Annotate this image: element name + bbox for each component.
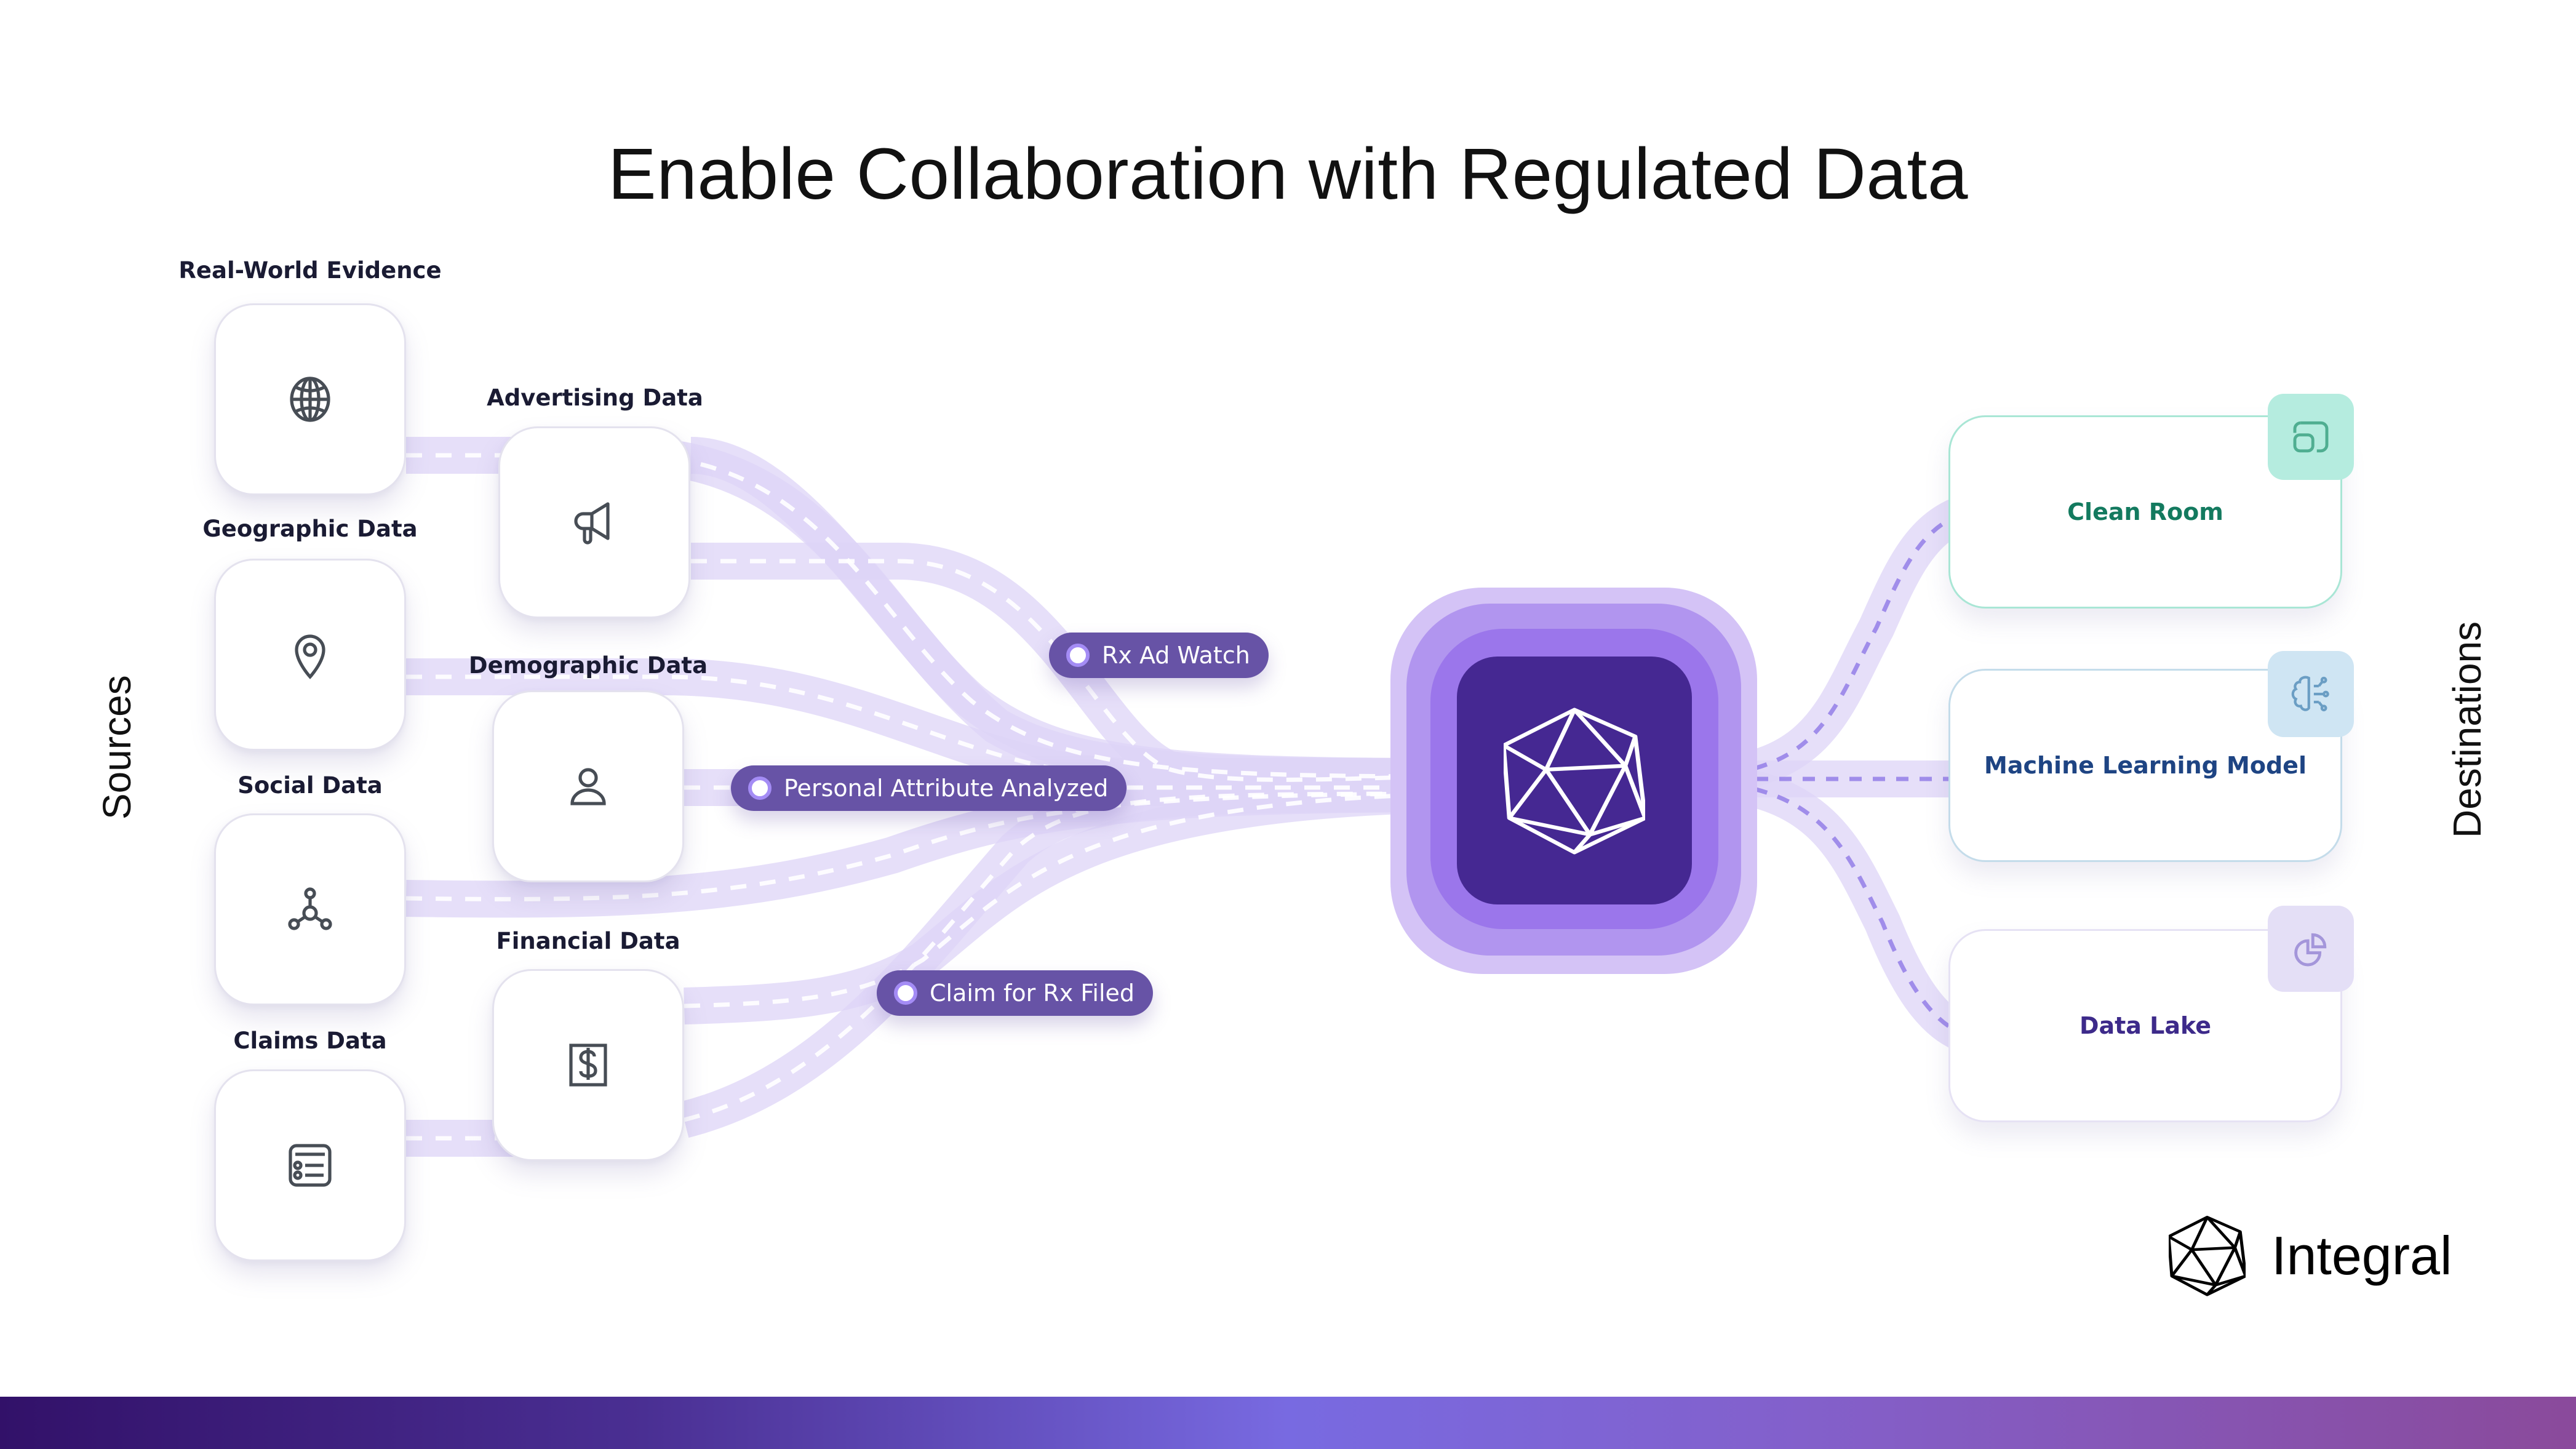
source-label-financial: Financial Data [496,928,680,954]
source-label-social: Social Data [237,772,383,799]
map-pin-icon [295,634,325,679]
source-card-financial[interactable] [492,969,684,1161]
integral-logo: Integral [2169,1215,2452,1296]
destination-label: Machine Learning Model [1984,752,2307,779]
event-dot-icon [1066,644,1090,667]
icosahedron-icon [1504,707,1645,854]
list-card-icon [289,1144,332,1187]
event-label: Rx Ad Watch [1102,642,1250,669]
megaphone-icon [574,502,610,545]
destination-label: Data Lake [2079,1012,2212,1039]
clean-room-badge [2268,394,2354,480]
source-card-advertising[interactable] [498,426,690,618]
event-dot-icon [748,776,772,800]
source-card-social[interactable] [214,813,406,1005]
event-dot-icon [894,981,917,1005]
user-icon [570,768,606,805]
event-pill-rx-ad-watch[interactable]: Rx Ad Watch [1049,633,1269,678]
data-lake-badge [2268,906,2354,992]
source-card-real-world-evidence[interactable] [214,303,406,495]
source-card-demographic[interactable] [492,690,684,882]
integral-hub[interactable] [1457,657,1692,904]
pie-chart-icon [2294,933,2327,967]
event-pill-claim-filed[interactable]: Claim for Rx Filed [877,970,1154,1016]
source-label-geographic: Geographic Data [202,516,418,542]
flow-advertising-2 [690,437,1465,795]
dollar-icon [569,1044,607,1087]
globe-icon [290,377,330,422]
bottom-gradient-bar [0,1397,2576,1449]
event-pill-personal-attribute[interactable]: Personal Attribute Analyzed [731,765,1127,811]
event-label: Claim for Rx Filed [930,980,1135,1007]
network-icon [288,887,332,930]
brand-name: Integral [2271,1225,2452,1286]
icosahedron-icon [2169,1216,2246,1296]
event-label: Personal Attribute Analyzed [784,775,1109,802]
source-label-demographic: Demographic Data [468,652,708,679]
source-label-real-world-evidence: Real-World Evidence [178,257,442,284]
source-card-geographic[interactable] [214,559,406,751]
clean-room-icon [2293,421,2329,453]
source-card-claims[interactable] [214,1069,406,1261]
brain-circuit-icon [2291,676,2329,712]
destination-label: Clean Room [2067,498,2223,525]
source-label-claims: Claims Data [233,1028,387,1054]
ml-model-badge [2268,651,2354,737]
source-label-advertising: Advertising Data [487,385,703,411]
